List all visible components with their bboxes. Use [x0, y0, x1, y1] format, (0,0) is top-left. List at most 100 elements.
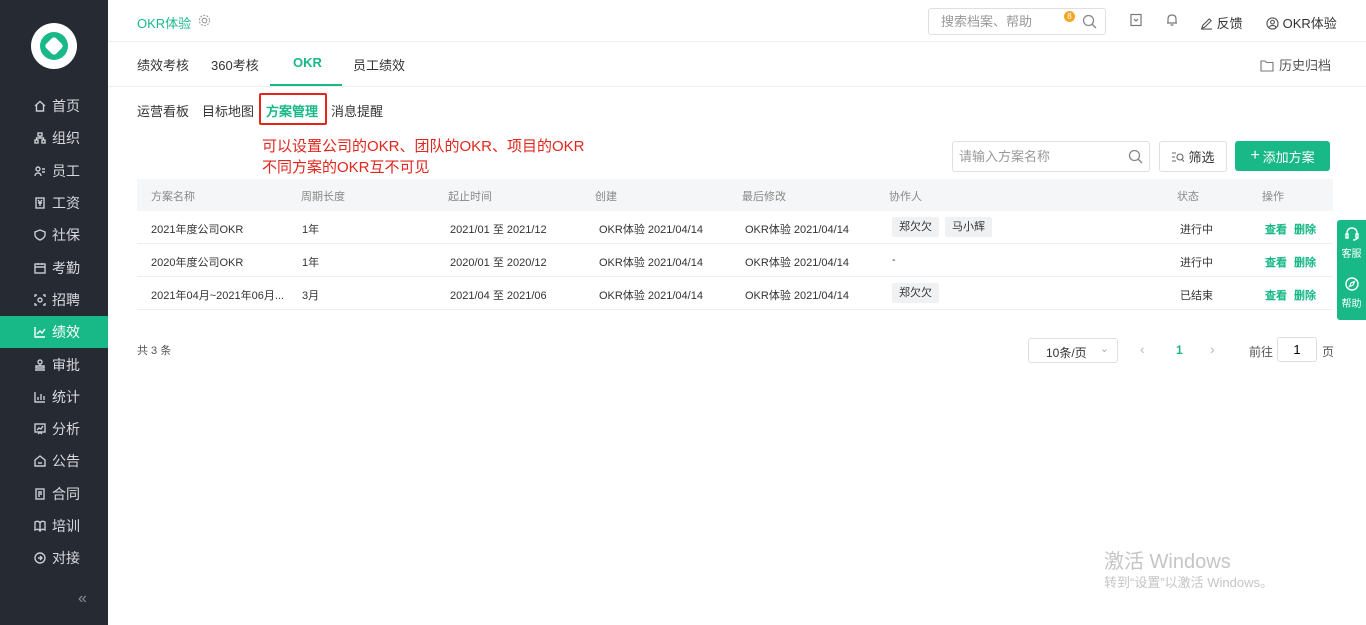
view-link[interactable]: 查看: [1265, 287, 1287, 303]
table-row[interactable]: 2021年度公司OKR 1年 2021/01 至 2021/12 OKR体验 2…: [137, 211, 1333, 244]
customer-service-label: 客服: [1341, 249, 1362, 260]
sidebar-item-integration[interactable]: 对接: [0, 542, 108, 574]
app-logo[interactable]: [31, 23, 77, 69]
column-header: 方案名称: [151, 191, 195, 203]
sidebar-item-notice[interactable]: 公告: [0, 445, 108, 477]
sidebar-item-label: 分析: [52, 421, 80, 438]
calendar-icon: [33, 261, 46, 274]
tab-okr[interactable]: OKR: [293, 55, 322, 70]
sidebar: 首页 组织 员工 工资 社保 考勤 招聘 绩效 审批 统计 分析 公告 合同 培…: [0, 0, 108, 625]
next-page-icon[interactable]: ›: [1210, 341, 1215, 357]
sidebar-item-contract[interactable]: 合同: [0, 478, 108, 510]
table-row[interactable]: 2021年04月~2021年06月... 3月 2021/04 至 2021/0…: [137, 277, 1333, 310]
subtab-goal-map[interactable]: 目标地图: [202, 101, 254, 120]
salary-icon: [33, 197, 46, 210]
sidebar-item-label: 组织: [52, 130, 80, 147]
sidebar-item-training[interactable]: 培训: [0, 510, 108, 542]
sidebar-item-statistics[interactable]: 统计: [0, 381, 108, 413]
customer-service-button[interactable]: 客服: [1337, 226, 1366, 260]
collaborator-tag: 郑欠欠: [892, 283, 939, 303]
sidebar-item-analysis[interactable]: 分析: [0, 413, 108, 445]
module-tabs: 绩效考核 360考核 OKR 员工绩效 历史归档: [108, 42, 1366, 87]
search-icon[interactable]: [1082, 14, 1097, 29]
page-size-select[interactable]: 10条/页 ⌄: [1028, 338, 1118, 363]
archive-label: 历史归档: [1279, 58, 1332, 73]
plan-search-input[interactable]: [953, 142, 1123, 171]
sidebar-item-recruit[interactable]: 招聘: [0, 284, 108, 316]
sidebar-item-label: 对接: [52, 550, 80, 567]
page-number-current[interactable]: 1: [1176, 343, 1183, 357]
user-menu[interactable]: OKR体验: [1266, 13, 1337, 32]
collaborator-empty: -: [892, 254, 896, 266]
sidebar-item-social-security[interactable]: 社保: [0, 219, 108, 251]
feedback-label: 反馈: [1216, 16, 1243, 31]
folder-icon: [1260, 60, 1274, 72]
column-header: 创建: [595, 191, 617, 203]
app-title[interactable]: OKR体验: [137, 13, 191, 32]
recruit-icon: [33, 293, 46, 306]
sidebar-item-org[interactable]: 组织: [0, 122, 108, 154]
subtab-dashboard[interactable]: 运营看板: [137, 101, 189, 120]
view-link[interactable]: 查看: [1265, 221, 1287, 237]
sidebar-item-label: 考勤: [52, 259, 80, 276]
delete-link[interactable]: 删除: [1294, 287, 1316, 303]
sidebar-item-label: 审批: [52, 356, 80, 373]
tab-performance-review[interactable]: 绩效考核: [137, 55, 189, 74]
sidebar-item-label: 首页: [52, 98, 80, 115]
page-suffix-label: 页: [1322, 345, 1335, 359]
column-header: 协作人: [889, 191, 922, 203]
delete-link[interactable]: 删除: [1294, 254, 1316, 270]
sidebar-item-performance[interactable]: 绩效: [0, 316, 108, 349]
sidebar-item-home[interactable]: 首页: [0, 90, 108, 122]
tab-employee-performance[interactable]: 员工绩效: [353, 55, 405, 74]
sidebar-item-label: 统计: [52, 388, 80, 405]
plan-name: 2021年度公司OKR: [151, 224, 244, 236]
goto-label: 前往: [1249, 345, 1274, 359]
history-archive-button[interactable]: 历史归档: [1260, 55, 1331, 74]
gear-icon[interactable]: [198, 14, 211, 27]
sidebar-item-employee[interactable]: 员工: [0, 155, 108, 187]
search-icon[interactable]: [1128, 149, 1143, 164]
tab-360-review[interactable]: 360考核: [211, 55, 259, 74]
notice-icon: [33, 455, 46, 468]
feedback-button[interactable]: 反馈: [1200, 13, 1243, 32]
sidebar-item-label: 绩效: [52, 324, 80, 341]
edit-icon: [1200, 18, 1213, 30]
annotation-highlight-box: [259, 93, 327, 125]
help-label: 帮助: [1341, 299, 1362, 310]
sidebar-item-label: 工资: [52, 195, 80, 212]
add-plan-label: 添加方案: [1262, 149, 1315, 165]
sidebar-item-label: 公告: [52, 453, 80, 470]
global-search-input[interactable]: [929, 9, 1069, 34]
help-button[interactable]: 帮助: [1337, 276, 1366, 310]
filter-button[interactable]: 筛选: [1159, 141, 1227, 172]
clipboard-icon[interactable]: [1129, 13, 1143, 27]
created-info: OKR体验 2021/04/14: [599, 224, 703, 236]
add-plan-button[interactable]: + 添加方案: [1235, 141, 1330, 171]
total-count: 共 3 条: [137, 345, 172, 357]
plan-search: [952, 141, 1150, 172]
prev-page-icon[interactable]: ‹: [1140, 341, 1145, 357]
collapse-sidebar-icon[interactable]: «: [78, 590, 87, 608]
plan-name: 2021年04月~2021年06月...: [151, 290, 285, 302]
column-header: 状态: [1177, 191, 1199, 203]
windows-activation-watermark-title: 激活 Windows: [1104, 551, 1231, 573]
goto-page-input[interactable]: [1277, 337, 1317, 362]
bell-icon[interactable]: [1165, 13, 1179, 27]
table-row[interactable]: 2020年度公司OKR 1年 2020/01 至 2020/12 OKR体验 2…: [137, 244, 1333, 277]
date-range: 2020/01 至 2020/12: [450, 257, 547, 269]
subtab-message-reminder[interactable]: 消息提醒: [331, 101, 383, 120]
delete-link[interactable]: 删除: [1294, 221, 1316, 237]
date-range: 2021/04 至 2021/06: [450, 290, 547, 302]
sidebar-item-label: 社保: [52, 227, 80, 244]
top-header: OKR体验 8 反馈 OKR体验: [108, 0, 1366, 42]
filter-icon: [1172, 151, 1185, 162]
sidebar-item-approval[interactable]: 审批: [0, 348, 108, 380]
view-link[interactable]: 查看: [1265, 254, 1287, 270]
sidebar-item-attendance[interactable]: 考勤: [0, 251, 108, 283]
column-header: 周期长度: [301, 191, 345, 203]
floating-help-panel: 客服 帮助: [1337, 220, 1366, 320]
collaborator-tag: 郑欠欠: [892, 217, 939, 237]
sidebar-item-salary[interactable]: 工资: [0, 187, 108, 219]
plan-table: 方案名称 周期长度 起止时间 创建 最后修改 协作人 状态 操作 2021年度公…: [137, 179, 1333, 310]
